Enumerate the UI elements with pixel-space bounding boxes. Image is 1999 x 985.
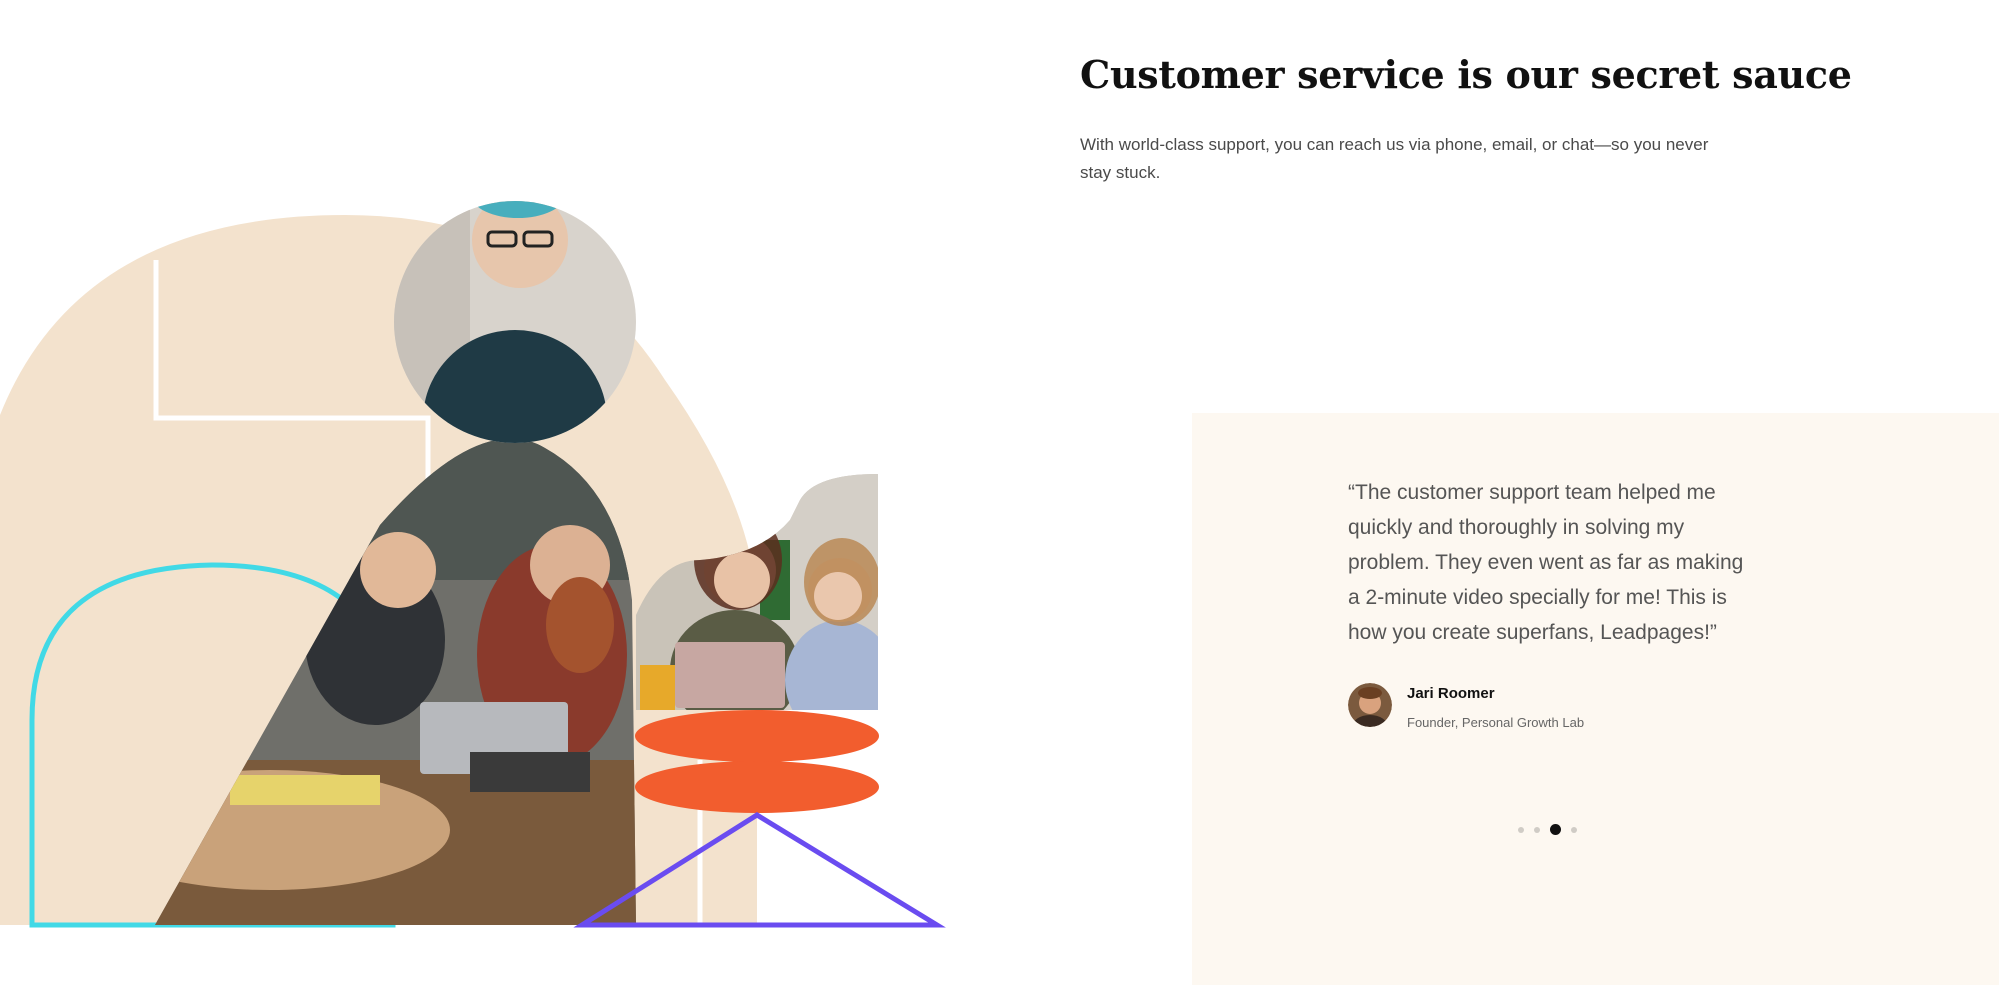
carousel-dot-4[interactable] bbox=[1571, 826, 1577, 833]
author-avatar bbox=[1348, 683, 1392, 727]
author-name: Jari Roomer bbox=[1407, 685, 1495, 702]
carousel-dots bbox=[1518, 824, 1587, 835]
decorative-collage bbox=[0, 0, 960, 940]
customer-service-section: Customer service is our secret sauce Wit… bbox=[0, 0, 1999, 985]
carousel-dot-1[interactable] bbox=[1518, 826, 1524, 833]
section-subtext: With world-class support, you can reach … bbox=[1080, 135, 1709, 182]
section-heading: Customer service is our secret sauce bbox=[1080, 52, 1852, 97]
collage-svg bbox=[0, 201, 946, 928]
author-title: Founder, Personal Growth Lab bbox=[1407, 715, 1585, 730]
carousel-dot-2[interactable] bbox=[1534, 826, 1540, 833]
carousel-dot-3-active[interactable] bbox=[1550, 824, 1561, 835]
testimonial-quote: “The customer support team helped me qui… bbox=[1348, 481, 1744, 644]
avatar-icon bbox=[1348, 683, 1392, 727]
testimonial-panel: “The customer support team helped me qui… bbox=[1192, 413, 1999, 985]
